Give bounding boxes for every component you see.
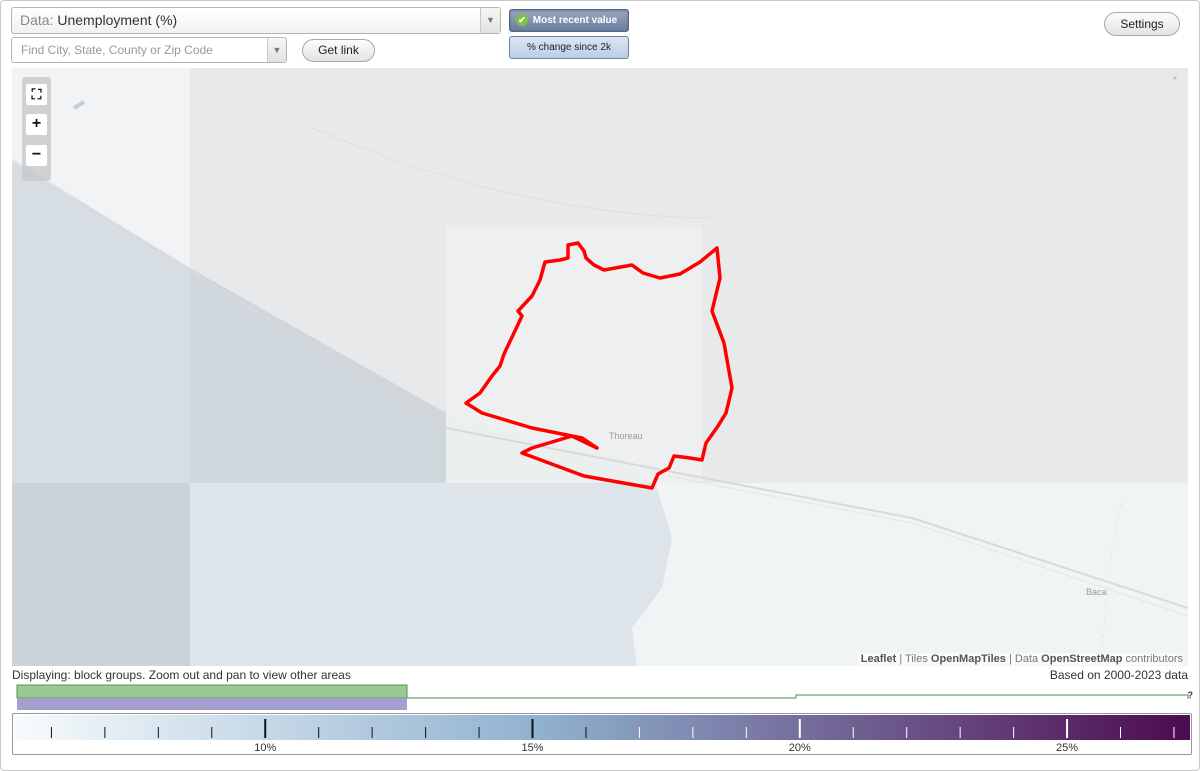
unknown-value-marker: ? xyxy=(1187,690,1194,700)
legend-tick-label: 20% xyxy=(789,742,811,754)
check-icon: ✔ xyxy=(516,14,528,26)
attribution-sep-1: | Tiles xyxy=(896,653,931,665)
chevron-down-icon[interactable]: ▼ xyxy=(480,8,500,33)
attribution-sep-2: | Data xyxy=(1005,653,1042,665)
legend-range-strip xyxy=(16,684,1189,710)
data-select[interactable]: Data: Unemployment (%) ▼ xyxy=(11,7,501,34)
percent-change-toggle[interactable]: % change since 2k xyxy=(509,36,629,59)
map-attribution: Leaflet | Tiles OpenMapTiles | Data Open… xyxy=(857,653,1183,665)
most-recent-label: Most recent value xyxy=(532,15,618,26)
zoom-control: ⛶ + − xyxy=(22,77,51,181)
zoom-out-button[interactable]: − xyxy=(26,145,47,166)
place-label-baca: Baca xyxy=(1086,587,1107,597)
fullscreen-icon[interactable]: ⛶ xyxy=(26,84,47,105)
data-select-prefix: Data: xyxy=(20,12,58,28)
data-select-value: Unemployment (%) xyxy=(57,12,178,28)
color-scale-legend: 10% 15% 20% 25% xyxy=(12,713,1192,755)
leaflet-link[interactable]: Leaflet xyxy=(861,653,896,665)
attribution-tail: contributors xyxy=(1122,653,1183,665)
zoom-in-button[interactable]: + xyxy=(26,114,47,135)
most-recent-toggle[interactable]: ✔ Most recent value xyxy=(509,9,629,32)
map-canvas xyxy=(12,68,1188,666)
search-dropdown-icon[interactable]: ▼ xyxy=(267,38,286,62)
color-scale-svg: 10% 15% 20% 25% xyxy=(14,715,1190,754)
openstreetmap-link[interactable]: OpenStreetMap xyxy=(1041,653,1122,665)
place-label-thoreau: Thoreau xyxy=(609,431,643,441)
display-status: Displaying: block groups. Zoom out and p… xyxy=(12,668,351,682)
settings-button[interactable]: Settings xyxy=(1104,12,1180,36)
data-range-status: Based on 2000-2023 data xyxy=(1049,668,1188,682)
legend-tick-label: 25% xyxy=(1056,742,1078,754)
get-link-button[interactable]: Get link xyxy=(302,39,375,62)
map-view[interactable]: Thoreau Baca ⛶ + − Leaflet | Tiles OpenM… xyxy=(12,68,1188,666)
legend-tick-label: 10% xyxy=(254,742,276,754)
search-input[interactable] xyxy=(11,37,287,63)
legend-tick-label: 15% xyxy=(521,742,543,754)
openmaptiles-link[interactable]: OpenMapTiles xyxy=(931,653,1006,665)
